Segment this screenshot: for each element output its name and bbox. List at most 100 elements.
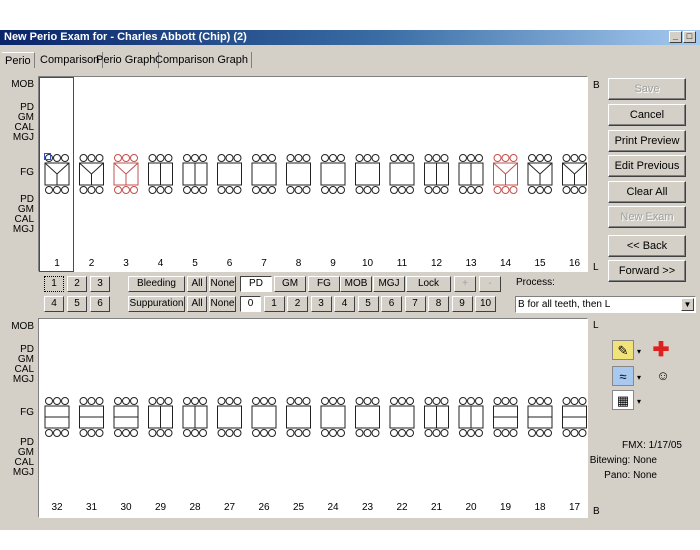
upper-tooth-number[interactable]: 8	[289, 258, 309, 269]
upper-tooth-number[interactable]: 14	[496, 258, 516, 269]
lower-tooth-28[interactable]	[182, 397, 208, 437]
lower-tooth-number[interactable]: 26	[254, 502, 274, 513]
lower-tooth-25[interactable]	[286, 397, 311, 437]
lower-tooth-number[interactable]: 22	[392, 502, 412, 513]
digit-button-5[interactable]: 5	[357, 296, 379, 312]
digit-button-6[interactable]: 6	[381, 296, 402, 312]
lower-tooth-30[interactable]	[113, 397, 139, 437]
process-select[interactable]: B for all teeth, then L ▼	[515, 296, 696, 313]
upper-tooth-number[interactable]: 16	[565, 258, 585, 269]
xray-icon[interactable]: ≈	[612, 366, 634, 386]
lower-tooth-number[interactable]: 24	[323, 502, 343, 513]
bleeding-all-button[interactable]: All	[187, 276, 207, 292]
mode-mgj-button[interactable]: MGJ	[373, 276, 405, 292]
lower-tooth-number[interactable]: 32	[47, 502, 67, 513]
lower-tooth-31[interactable]	[79, 397, 104, 437]
upper-tooth-2[interactable]	[79, 154, 104, 194]
lower-tooth-number[interactable]: 29	[151, 502, 171, 513]
upper-tooth-number[interactable]: 3	[116, 258, 136, 269]
lower-tooth-23[interactable]	[355, 397, 380, 437]
lower-tooth-24[interactable]	[320, 397, 346, 437]
lower-tooth-number[interactable]: 23	[358, 502, 378, 513]
digit-button-9[interactable]: 9	[451, 296, 473, 312]
upper-tooth-number[interactable]: 6	[220, 258, 240, 269]
upper-tooth-10[interactable]	[355, 154, 380, 194]
upper-tooth-number[interactable]: 12	[427, 258, 447, 269]
upper-tooth-3[interactable]	[113, 154, 139, 194]
lower-tooth-number[interactable]: 20	[461, 502, 481, 513]
mode-mob-button[interactable]: MOB	[340, 276, 372, 292]
num-button-3[interactable]: 3	[90, 276, 110, 292]
print-preview-button[interactable]: Print Preview	[608, 130, 686, 152]
lower-tooth-18[interactable]	[527, 397, 553, 437]
tooth-icon[interactable]: ▦	[612, 390, 634, 410]
lower-tooth-number[interactable]: 28	[185, 502, 205, 513]
num-button-6[interactable]: 6	[90, 296, 110, 312]
chevron-down-icon[interactable]: ▼	[681, 298, 694, 311]
upper-tooth-6[interactable]	[217, 154, 242, 194]
digit-button-2[interactable]: 2	[287, 296, 308, 312]
save-button[interactable]: Save	[608, 78, 686, 100]
digit-button-8[interactable]: 8	[428, 296, 449, 312]
upper-tooth-number[interactable]: 7	[254, 258, 274, 269]
digit-button-7[interactable]: 7	[404, 296, 426, 312]
upper-tooth-16[interactable]	[562, 154, 587, 194]
digit-button-0[interactable]: 0	[240, 296, 261, 312]
chevron-down-icon[interactable]: ▾	[635, 342, 643, 362]
lower-tooth-number[interactable]: 18	[530, 502, 550, 513]
lower-chart[interactable]: 32 31 30 29 28 27 26 25 24 23 22 21 20 19 18 17	[38, 318, 588, 518]
upper-tooth-number[interactable]: 4	[151, 258, 171, 269]
lower-tooth-26[interactable]	[251, 397, 277, 437]
upper-chart[interactable]: 1 2 3 4 5 6 7 8 9 10 11 12 13 14 15 16	[38, 76, 588, 272]
medical-cross-icon[interactable]: ✚	[650, 340, 672, 360]
upper-tooth-11[interactable]	[389, 154, 415, 194]
upper-tooth-14[interactable]	[493, 154, 518, 194]
lower-tooth-21[interactable]	[424, 397, 449, 437]
cancel-button[interactable]: Cancel	[608, 104, 686, 126]
minus-button[interactable]: -	[479, 276, 501, 292]
digit-button-1[interactable]: 1	[263, 296, 285, 312]
suppuration-all-button[interactable]: All	[187, 296, 207, 312]
lower-tooth-number[interactable]: 27	[220, 502, 240, 513]
tab-perio-graph[interactable]: Perio Graph	[93, 52, 160, 68]
tab-perio[interactable]: Perio	[2, 52, 35, 68]
upper-tooth-number[interactable]: 13	[461, 258, 481, 269]
upper-tooth-number[interactable]: 5	[185, 258, 205, 269]
upper-tooth-5[interactable]	[182, 154, 208, 194]
patient-icon[interactable]: ☺	[652, 366, 674, 386]
lower-tooth-number[interactable]: 30	[116, 502, 136, 513]
upper-tooth-15[interactable]	[527, 154, 553, 194]
suppuration-button[interactable]: Suppuration	[128, 296, 185, 312]
forward-button[interactable]: Forward >>	[608, 260, 686, 282]
upper-tooth-number[interactable]: 2	[82, 258, 102, 269]
num-button-1[interactable]: 1	[44, 276, 64, 292]
mode-fg-button[interactable]: FG	[308, 276, 340, 292]
lower-tooth-number[interactable]: 17	[565, 502, 585, 513]
plus-button[interactable]: +	[454, 276, 476, 292]
chevron-down-icon[interactable]: ▾	[635, 392, 643, 412]
minimize-button[interactable]: _	[669, 31, 682, 43]
tab-comparison-graph[interactable]: Comparison Graph	[152, 52, 252, 68]
edit-previous-button[interactable]: Edit Previous	[608, 155, 686, 177]
bleeding-none-button[interactable]: None	[209, 276, 236, 292]
lower-tooth-20[interactable]	[458, 397, 484, 437]
maximize-button[interactable]: □	[683, 31, 696, 43]
lower-tooth-29[interactable]	[148, 397, 173, 437]
upper-tooth-7[interactable]	[251, 154, 277, 194]
lower-tooth-27[interactable]	[217, 397, 242, 437]
lower-tooth-number[interactable]: 25	[289, 502, 309, 513]
upper-tooth-number[interactable]: 15	[530, 258, 550, 269]
digit-button-3[interactable]: 3	[310, 296, 332, 312]
lower-teeth-svg[interactable]	[39, 319, 589, 519]
lower-tooth-17[interactable]	[562, 397, 587, 437]
upper-teeth-svg[interactable]	[39, 77, 589, 277]
upper-tooth-number[interactable]: 10	[358, 258, 378, 269]
suppuration-none-button[interactable]: None	[209, 296, 236, 312]
digit-button-4[interactable]: 4	[334, 296, 355, 312]
lower-tooth-19[interactable]	[493, 397, 518, 437]
upper-tooth-number[interactable]: 11	[392, 258, 412, 269]
chevron-down-icon[interactable]: ▾	[635, 368, 643, 388]
lock-button[interactable]: Lock	[406, 276, 451, 292]
upper-tooth-12[interactable]	[424, 154, 449, 194]
lower-tooth-number[interactable]: 19	[496, 502, 516, 513]
